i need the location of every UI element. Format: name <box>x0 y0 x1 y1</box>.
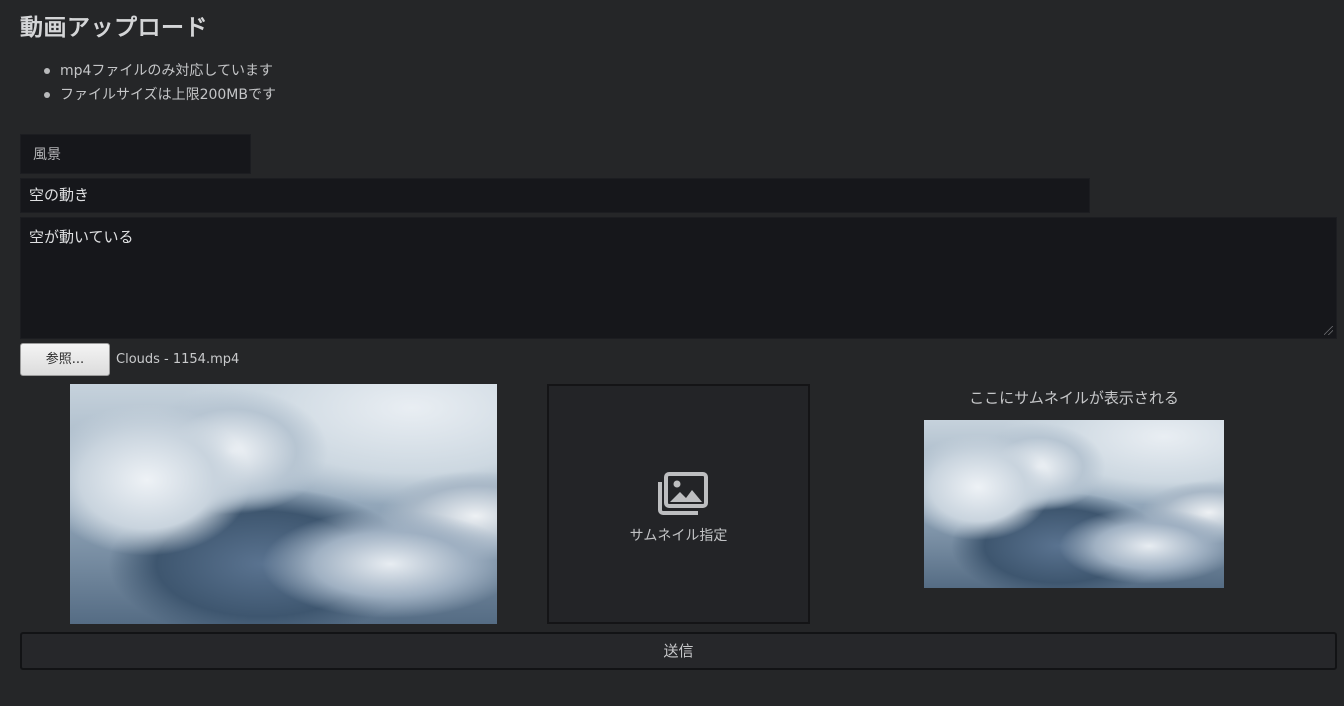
thumbnail-preview-image <box>924 420 1224 588</box>
thumbnail-select-button[interactable]: サムネイル指定 <box>547 384 810 624</box>
video-title-input[interactable]: 空の動き <box>20 178 1090 213</box>
submit-button[interactable]: 送信 <box>20 632 1337 670</box>
selected-file-name: Clouds - 1154.mp4 <box>116 352 240 367</box>
thumbnail-caption: ここにサムネイルが表示される <box>969 389 1179 407</box>
note-item: ファイルサイズは上限200MBです <box>42 84 276 108</box>
resize-handle-icon[interactable] <box>1324 326 1333 335</box>
gallery-icon <box>658 472 708 515</box>
upload-notes: mp4ファイルのみ対応しています ファイルサイズは上限200MBです <box>42 60 276 108</box>
description-text: 空が動いている <box>29 228 134 246</box>
description-textarea[interactable]: 空が動いている <box>20 217 1337 339</box>
note-item: mp4ファイルのみ対応しています <box>42 60 276 84</box>
video-preview[interactable] <box>70 384 497 624</box>
page-title: 動画アップロード <box>20 15 208 41</box>
browse-file-button[interactable]: 参照... <box>20 343 110 376</box>
thumbnail-button-label: サムネイル指定 <box>629 528 728 544</box>
category-select[interactable]: 風景 <box>20 134 251 174</box>
